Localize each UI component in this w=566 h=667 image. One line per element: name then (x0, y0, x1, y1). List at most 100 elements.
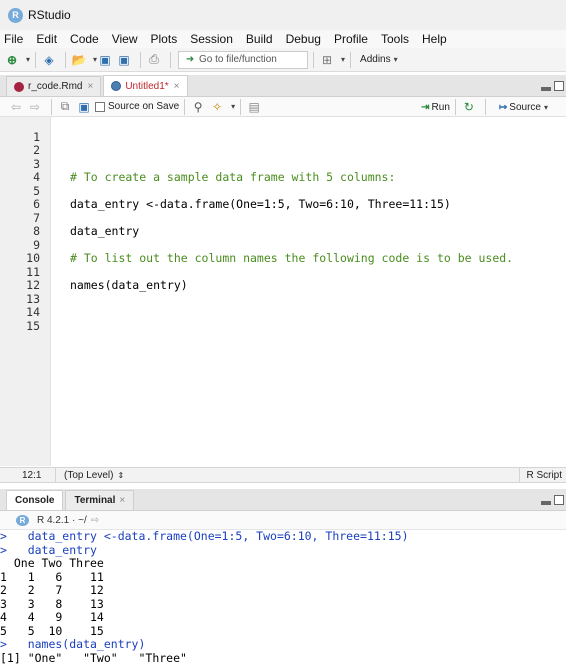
menu-debug[interactable]: Debug (286, 32, 321, 46)
open-file-icon[interactable]: 📂 (71, 52, 87, 68)
code-line: 15 (0, 306, 566, 332)
tab-console[interactable]: Console (6, 490, 64, 510)
forward-icon[interactable]: ⇨ (27, 99, 43, 115)
console-line: 5 5 10 15 (0, 623, 104, 638)
toolbar-divider (240, 98, 242, 115)
toolbar-divider (170, 51, 172, 68)
minimize-pane-icon[interactable] (541, 87, 551, 91)
close-icon[interactable]: × (87, 81, 93, 92)
tab-r-code-rmd[interactable]: r_code.Rmd × (6, 76, 102, 96)
code-tools-wand-icon[interactable]: ✧ (209, 99, 225, 115)
close-icon[interactable]: × (174, 81, 180, 92)
code-tools-dropdown-icon[interactable]: ▾ (231, 102, 235, 111)
code-line: 12 (0, 266, 566, 291)
source-arrow-icon: ↦ (498, 101, 508, 113)
tab-terminal[interactable]: Terminal × (65, 490, 135, 510)
editor-tab-bar: r_code.Rmd × Untitled1* × (0, 75, 566, 97)
rmd-file-icon (14, 81, 24, 92)
pane-controls (538, 81, 564, 91)
scope-selector[interactable]: (Top Level) ⇕ (56, 468, 124, 482)
editor-status-bar: 12:1 (Top Level) ⇕ R Script (0, 467, 566, 483)
code-line: 3 # To create a sample data frame with 5… (0, 144, 566, 184)
code-line: 2 (0, 131, 566, 156)
save-icon[interactable]: ▣ (97, 52, 113, 68)
source-button[interactable]: ↦ Source (499, 102, 541, 113)
editor-toolbar: ⇦ ⇨ ⧉ ▣ Source on Save ⚲ ✧ ▾ ▤ ⇥ Run ↻ ↦… (0, 97, 566, 117)
run-button[interactable]: ⇥ Run (421, 102, 450, 113)
run-arrow-icon: ⇥ (421, 101, 430, 113)
console-line: > data_entry <-data.frame(One=1:5, Two=6… (0, 529, 409, 543)
addins-dropdown-icon[interactable]: ▾ (394, 55, 398, 64)
console-line: [1] "One" "Two" "Three" (0, 650, 187, 665)
source-on-save-label: Source on Save (108, 101, 180, 112)
compile-report-icon[interactable]: ▤ (246, 99, 262, 115)
save-icon[interactable]: ▣ (76, 99, 92, 115)
menu-help[interactable]: Help (422, 32, 447, 46)
menu-file[interactable]: File (4, 32, 23, 46)
save-all-icon[interactable]: ▣ (116, 52, 132, 68)
toolbar-divider (313, 51, 315, 68)
tab-label: Terminal (74, 495, 116, 506)
menu-plots[interactable]: Plots (151, 32, 178, 46)
title-bar: R RStudio (0, 0, 566, 30)
toolbar-divider (140, 51, 142, 68)
source-label: Source (509, 101, 541, 113)
new-file-dropdown-icon[interactable]: ▾ (26, 55, 30, 64)
r-logo-icon: R (16, 514, 29, 526)
show-in-window-icon[interactable]: ⧉ (57, 99, 73, 115)
console-output[interactable]: > data_entry <-data.frame(One=1:5, Two=6… (0, 529, 566, 667)
rstudio-logo-icon: R (8, 7, 23, 23)
back-icon[interactable]: ⇦ (8, 99, 24, 115)
workspace-panes-icon[interactable]: ⊞ (319, 52, 335, 68)
close-icon[interactable]: × (119, 495, 125, 506)
addins-menu[interactable]: Addins (360, 54, 391, 65)
console-line: 1 1 6 11 (0, 569, 104, 584)
go-to-directory-icon[interactable]: ⇨ (91, 515, 99, 526)
code-line: 13 (0, 279, 566, 305)
menu-profile[interactable]: Profile (334, 32, 368, 46)
menu-tools[interactable]: Tools (381, 32, 409, 46)
code-line: 9 # To list out the column names the fol… (0, 225, 566, 265)
menu-view[interactable]: View (112, 32, 138, 46)
code-editor[interactable]: 1 2 3 # To create a sample data frame wi… (0, 117, 566, 466)
console-line: > data_entry (0, 542, 97, 557)
rerun-icon[interactable]: ↻ (461, 99, 477, 115)
goto-arrow-icon: ➜ (185, 54, 195, 65)
code-line: 6 (0, 185, 566, 210)
toolbar-divider (454, 99, 456, 115)
tab-untitled1[interactable]: Untitled1* × (103, 75, 188, 96)
minimize-pane-icon[interactable] (541, 501, 551, 505)
new-project-icon[interactable]: ◈ (41, 52, 57, 68)
menu-session[interactable]: Session (190, 32, 233, 46)
console-line: 2 2 7 12 (0, 583, 104, 597)
new-file-icon[interactable]: ⊕ (4, 52, 20, 68)
code-line: 8 (0, 212, 566, 237)
source-on-save-checkbox[interactable] (95, 101, 105, 112)
file-type-selector[interactable]: R Script (519, 468, 566, 482)
goto-placeholder: Go to file/function (199, 54, 277, 65)
console-line: One Two Three (0, 556, 104, 570)
menu-code[interactable]: Code (70, 32, 99, 46)
goto-file-input[interactable]: ➜ Go to file/function (178, 50, 309, 69)
code-line: 7 data_entry (0, 198, 566, 238)
search-icon[interactable]: ⚲ (190, 99, 206, 115)
console-line: 4 4 9 14 (0, 610, 104, 624)
main-toolbar: ⊕ ▾ ◈ 📂 ▾ ▣ ▣ ⎙ ➜ Go to file/function ⊞ … (0, 48, 566, 72)
menu-bar: File Edit Code View Plots Session Build … (0, 30, 566, 48)
console-line: 3 3 8 13 (0, 596, 104, 611)
scope-label: (Top Level) (64, 469, 114, 481)
workspace-panes-dropdown-icon[interactable]: ▾ (341, 55, 345, 64)
menu-build[interactable]: Build (246, 32, 273, 46)
menu-edit[interactable]: Edit (36, 32, 57, 46)
toolbar-divider (350, 51, 352, 68)
code-line: 14 (0, 293, 566, 318)
run-label: Run (431, 101, 450, 113)
maximize-pane-icon[interactable] (554, 81, 564, 91)
line-number: 15 (26, 318, 40, 333)
console-tab-bar: Console Terminal × (0, 489, 566, 511)
logo-letter: R (12, 10, 19, 20)
print-icon[interactable]: ⎙ (146, 52, 162, 68)
maximize-pane-icon[interactable] (554, 495, 564, 505)
window-title: RStudio (28, 8, 71, 22)
source-dropdown-icon[interactable]: ▾ (544, 103, 548, 112)
